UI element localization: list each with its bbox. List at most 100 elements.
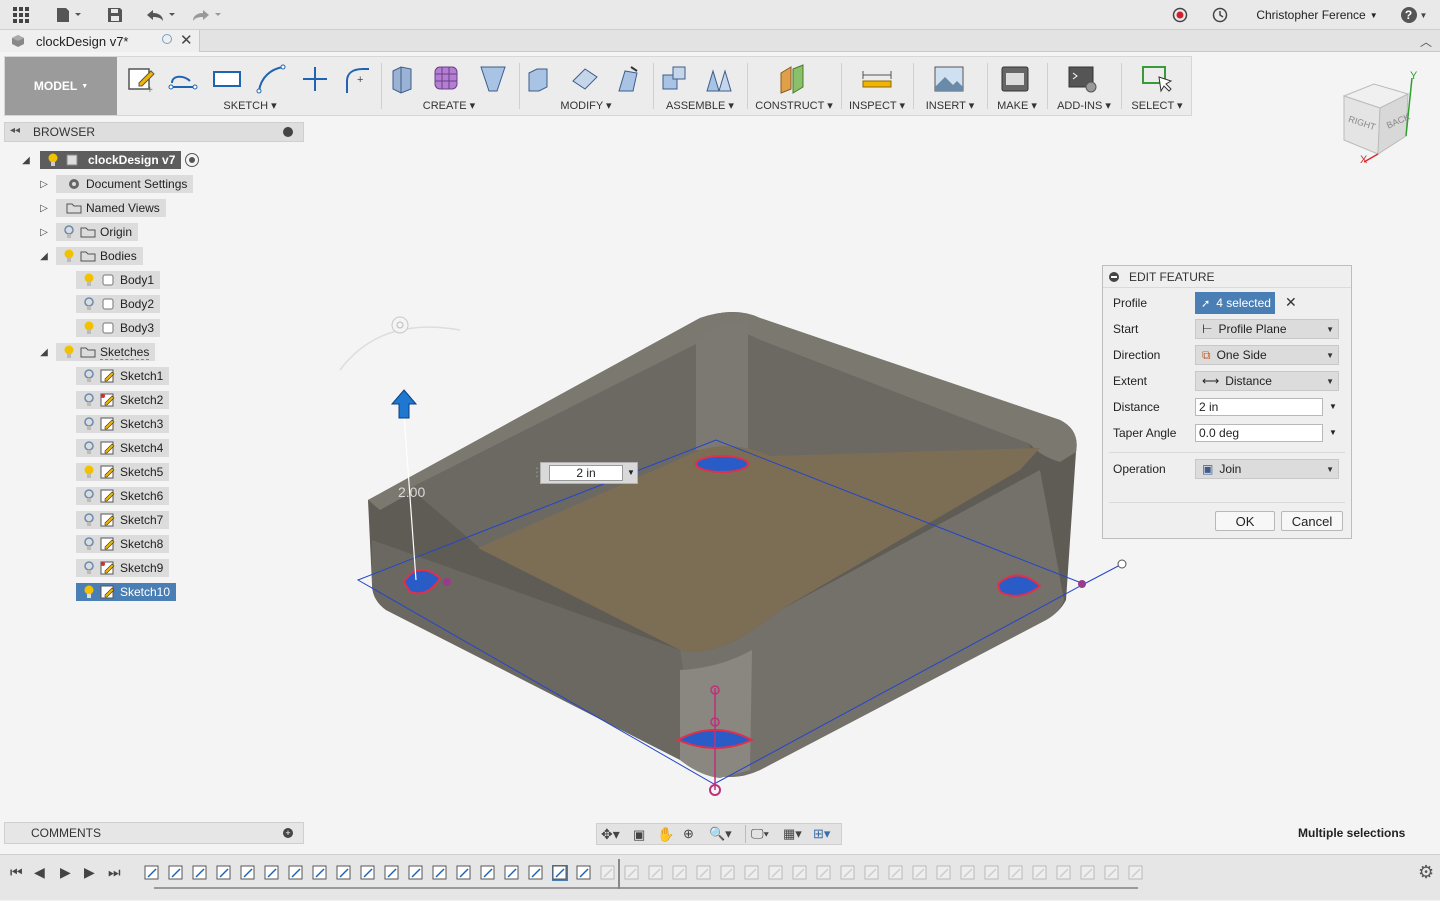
look-at-icon[interactable]: ▣ <box>633 827 645 843</box>
lightbulb-off-icon[interactable] <box>82 537 96 551</box>
expanded-triangle-icon[interactable]: ◢ <box>20 154 32 166</box>
document-tab[interactable]: clockDesign v7* ✕ <box>0 30 200 52</box>
play-icon[interactable]: ▶ <box>60 864 71 881</box>
timeline-sketch-icon[interactable] <box>336 865 352 881</box>
profile-selection-button[interactable]: ➚ 4 selected <box>1195 292 1275 314</box>
record-icon[interactable] <box>1170 5 1190 25</box>
timeline-sketch-icon[interactable] <box>720 865 736 881</box>
timeline-extrude-icon[interactable] <box>984 865 1000 881</box>
timeline-sketch-icon[interactable] <box>912 865 928 881</box>
tree-item-sketch6[interactable]: Sketch6 <box>76 486 170 506</box>
collapsed-triangle-icon[interactable]: ▷ <box>38 202 50 214</box>
cancel-button[interactable]: Cancel <box>1281 511 1343 531</box>
browser-options-icon[interactable] <box>283 127 293 137</box>
step-forward-icon[interactable]: ▶ <box>84 864 95 881</box>
timeline-extrude-icon[interactable] <box>168 865 184 881</box>
3d-print-icon[interactable] <box>999 63 1031 95</box>
modify-menu[interactable]: MODIFY ▾ <box>523 99 649 112</box>
tree-item-sketch9[interactable]: Sketch9 <box>76 558 170 578</box>
make-menu[interactable]: MAKE ▾ <box>991 99 1043 112</box>
clear-selection-icon[interactable]: ✕ <box>1285 294 1297 311</box>
collapse-left-icon[interactable]: ◂◂ <box>10 125 20 136</box>
tree-item-sketch3[interactable]: Sketch3 <box>76 414 170 434</box>
rectangle-tool-icon[interactable] <box>211 63 243 95</box>
insert-image-icon[interactable] <box>933 63 965 95</box>
timeline-sketch-icon[interactable] <box>960 865 976 881</box>
timeline-extrude-icon[interactable] <box>648 865 664 881</box>
add-ins-menu[interactable]: ADD-INS ▾ <box>1051 99 1117 112</box>
zoom-fit-icon[interactable]: 🔍▾ <box>709 826 732 842</box>
timeline-sketch-icon[interactable] <box>864 865 880 881</box>
app-grid-icon[interactable] <box>10 5 32 25</box>
construct-menu[interactable]: CONSTRUCT ▾ <box>751 99 837 112</box>
lightbulb-off-icon[interactable] <box>82 417 96 431</box>
plane-handle[interactable] <box>1117 559 1127 569</box>
timeline-sketch-icon[interactable] <box>288 865 304 881</box>
fillet-sketch-icon[interactable]: + <box>341 63 373 95</box>
collapsed-triangle-icon[interactable]: ▷ <box>38 178 50 190</box>
extent-select[interactable]: ⟷ Distance ▼ <box>1195 371 1339 391</box>
lightbulb-off-icon[interactable] <box>82 513 96 527</box>
timeline-sketch-icon[interactable] <box>192 865 208 881</box>
viewcube[interactable]: RIGHT BACK Y X <box>1336 70 1430 170</box>
tree-item-body2[interactable]: Body2 <box>76 294 161 314</box>
redo-icon[interactable] <box>190 5 226 25</box>
close-tab-icon[interactable]: ✕ <box>180 31 193 49</box>
form-icon[interactable] <box>431 63 463 95</box>
press-pull-icon[interactable] <box>523 63 555 95</box>
chevron-down-icon[interactable]: ▼ <box>627 468 635 477</box>
point-tool-icon[interactable] <box>299 63 331 95</box>
timeline-extrude-icon[interactable] <box>216 865 232 881</box>
timeline-sketch-icon[interactable] <box>1056 865 1072 881</box>
viewports-icon[interactable]: ⊞▾ <box>813 826 830 842</box>
tree-item-body3[interactable]: Body3 <box>76 318 161 338</box>
help-menu[interactable]: ? ▼ <box>1398 5 1430 25</box>
direction-select[interactable]: ⧉ One Side ▼ <box>1195 345 1339 365</box>
save-icon[interactable] <box>104 5 126 25</box>
start-select[interactable]: ⊢ Profile Plane ▼ <box>1195 319 1339 339</box>
tree-item-sketch5[interactable]: Sketch5 <box>76 462 170 482</box>
timeline-sketch-icon[interactable] <box>480 865 496 881</box>
timeline-extrude-icon[interactable] <box>936 865 952 881</box>
user-account-menu[interactable]: Christopher Ference ▼ <box>1256 5 1378 25</box>
go-to-end-icon[interactable]: ⏭ <box>108 864 121 881</box>
chamfer-icon[interactable] <box>613 63 645 95</box>
tree-item-sketches[interactable]: ◢ Sketches <box>38 342 156 362</box>
tree-item-sketch8[interactable]: Sketch8 <box>76 534 170 554</box>
select-cursor-icon[interactable] <box>1141 63 1173 95</box>
arc-tool-icon[interactable] <box>255 63 287 95</box>
collapse-panel-icon[interactable] <box>1109 272 1119 282</box>
distance-field[interactable]: 2 in <box>1195 398 1323 416</box>
tree-item-sketch7[interactable]: Sketch7 <box>76 510 170 530</box>
pan-hand-icon[interactable]: ✋ <box>657 826 674 843</box>
lightbulb-on-icon[interactable] <box>82 321 96 335</box>
select-menu[interactable]: SELECT ▾ <box>1125 99 1189 112</box>
expanded-triangle-icon[interactable]: ◢ <box>38 250 50 262</box>
timeline-extrude-icon[interactable] <box>1128 865 1144 881</box>
timeline-extrude-icon[interactable] <box>312 865 328 881</box>
timeline-extrude-icon[interactable] <box>840 865 856 881</box>
panel-header[interactable]: EDIT FEATURE <box>1103 266 1351 288</box>
zoom-window-icon[interactable]: ⊕ <box>683 826 694 842</box>
tree-item-document-settings[interactable]: ▷ Document Settings <box>38 174 194 194</box>
tree-item-sketch1[interactable]: Sketch1 <box>76 366 170 386</box>
timeline-sketch-icon[interactable] <box>144 865 160 881</box>
timeline-sketch-icon[interactable] <box>240 865 256 881</box>
chevron-down-icon[interactable]: ▼ <box>1329 428 1337 437</box>
timeline-extrude-icon[interactable] <box>552 865 568 881</box>
lightbulb-off-icon[interactable] <box>82 489 96 503</box>
job-status-clock-icon[interactable] <box>1210 5 1230 25</box>
tree-item-named-views[interactable]: ▷ Named Views <box>38 198 166 218</box>
expanded-triangle-icon[interactable]: ◢ <box>38 346 50 358</box>
go-to-start-icon[interactable]: ⏮ <box>10 864 23 881</box>
timeline-sketch-icon[interactable] <box>624 865 640 881</box>
ok-button[interactable]: OK <box>1215 511 1275 531</box>
construct-plane-icon[interactable] <box>777 63 809 95</box>
taper-angle-field[interactable]: 0.0 deg <box>1195 424 1323 442</box>
chevron-down-icon[interactable]: ▼ <box>1329 402 1337 411</box>
activate-radio-icon[interactable] <box>185 153 200 167</box>
lightbulb-off-icon[interactable] <box>62 225 76 239</box>
new-component-icon[interactable] <box>659 63 691 95</box>
timeline-extrude-icon[interactable] <box>456 865 472 881</box>
lightbulb-on-icon[interactable] <box>82 273 96 287</box>
